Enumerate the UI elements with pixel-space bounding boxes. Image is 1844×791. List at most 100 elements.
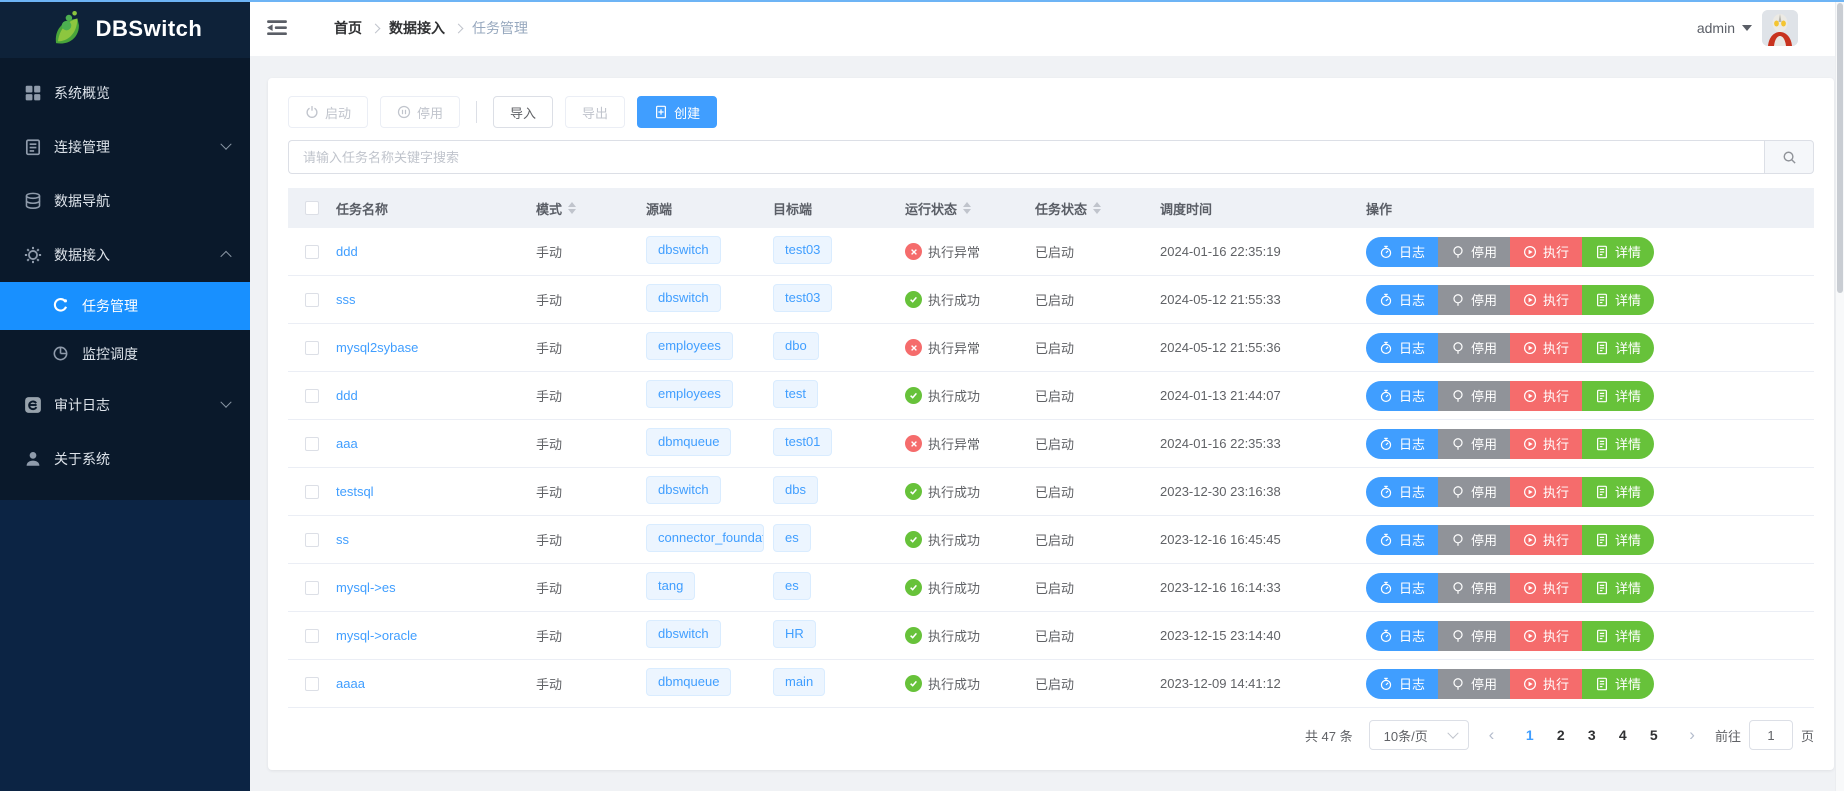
scrollbar-thumb[interactable] <box>1837 3 1843 293</box>
detail-action-button[interactable]: 详情 <box>1582 429 1654 459</box>
detail-action-button[interactable]: 详情 <box>1582 333 1654 363</box>
sidebar-item-audit-log[interactable]: 审计日志 <box>0 378 250 432</box>
export-button[interactable]: 导出 <box>565 96 625 128</box>
sidebar-item-monitor-schedule[interactable]: 监控调度 <box>0 330 250 378</box>
execute-action-button[interactable]: 执行 <box>1510 381 1582 411</box>
breadcrumb-data-access[interactable]: 数据接入 <box>389 18 445 38</box>
sidebar-item-connection-mgmt[interactable]: 连接管理 <box>0 120 250 174</box>
sort-control[interactable] <box>568 198 576 218</box>
row-checkbox[interactable] <box>305 293 319 307</box>
search-input[interactable] <box>288 140 1764 174</box>
page-number-button[interactable]: 4 <box>1607 720 1638 750</box>
search-button[interactable] <box>1764 140 1814 174</box>
mode-cell: 手动 <box>536 434 646 453</box>
stop-action-button[interactable]: 停用 <box>1438 381 1510 411</box>
task-name-link[interactable]: sss <box>336 292 356 307</box>
window-scrollbar[interactable] <box>1835 0 1844 791</box>
row-checkbox[interactable] <box>305 245 319 259</box>
row-checkbox[interactable] <box>305 629 319 643</box>
execute-action-button[interactable]: 执行 <box>1510 669 1582 699</box>
run-status: 执行成功 <box>905 674 1035 693</box>
execute-action-button[interactable]: 执行 <box>1510 285 1582 315</box>
logo[interactable]: DBSwitch <box>0 0 250 58</box>
page-size-select[interactable]: 10条/页 <box>1369 720 1469 750</box>
import-button[interactable]: 导入 <box>493 96 553 128</box>
execute-action-button[interactable]: 执行 <box>1510 237 1582 267</box>
task-name-link[interactable]: testsql <box>336 484 374 499</box>
log-action-button[interactable]: 日志 <box>1366 285 1438 315</box>
stop-button[interactable]: 停用 <box>380 96 460 128</box>
sidebar-item-data-access[interactable]: 数据接入 <box>0 228 250 282</box>
execute-action-button[interactable]: 执行 <box>1510 621 1582 651</box>
execute-action-button[interactable]: 执行 <box>1510 525 1582 555</box>
play-circle-icon <box>1523 437 1537 451</box>
log-action-button[interactable]: 日志 <box>1366 525 1438 555</box>
log-action-button[interactable]: 日志 <box>1366 477 1438 507</box>
stop-action-button[interactable]: 停用 <box>1438 669 1510 699</box>
row-checkbox[interactable] <box>305 341 319 355</box>
stop-action-button[interactable]: 停用 <box>1438 285 1510 315</box>
sidebar-item-system-overview[interactable]: 系统概览 <box>0 66 250 120</box>
stop-action-button[interactable]: 停用 <box>1438 525 1510 555</box>
log-action-button[interactable]: 日志 <box>1366 669 1438 699</box>
row-checkbox[interactable] <box>305 389 319 403</box>
row-checkbox[interactable] <box>305 677 319 691</box>
stop-action-button[interactable]: 停用 <box>1438 333 1510 363</box>
stop-action-button[interactable]: 停用 <box>1438 429 1510 459</box>
goto-page-input[interactable] <box>1749 720 1793 750</box>
detail-action-button[interactable]: 详情 <box>1582 237 1654 267</box>
task-name-link[interactable]: mysql2sybase <box>336 340 418 355</box>
task-name-link[interactable]: mysql->oracle <box>336 628 417 643</box>
task-name-link[interactable]: mysql->es <box>336 580 396 595</box>
row-checkbox[interactable] <box>305 581 319 595</box>
row-actions: 日志 停用 执行 <box>1366 237 1814 267</box>
detail-action-button[interactable]: 详情 <box>1582 573 1654 603</box>
user-menu[interactable]: admin <box>1697 20 1752 36</box>
task-name-link[interactable]: ss <box>336 532 349 547</box>
log-action-button[interactable]: 日志 <box>1366 333 1438 363</box>
avatar[interactable] <box>1762 10 1798 46</box>
start-button[interactable]: 启动 <box>288 96 368 128</box>
task-name-link[interactable]: ddd <box>336 244 358 259</box>
row-checkbox[interactable] <box>305 485 319 499</box>
create-button[interactable]: 创建 <box>637 96 717 128</box>
task-name-link[interactable]: ddd <box>336 388 358 403</box>
execute-action-button[interactable]: 执行 <box>1510 477 1582 507</box>
prev-page-button[interactable]: ‹ <box>1485 725 1499 745</box>
execute-action-button[interactable]: 执行 <box>1510 429 1582 459</box>
detail-action-button[interactable]: 详情 <box>1582 285 1654 315</box>
sort-control[interactable] <box>963 198 971 218</box>
detail-action-button[interactable]: 详情 <box>1582 477 1654 507</box>
sidebar-item-data-navigation[interactable]: 数据导航 <box>0 174 250 228</box>
sidebar-item-task-mgmt[interactable]: 任务管理 <box>0 282 250 330</box>
row-checkbox[interactable] <box>305 533 319 547</box>
stop-action-button[interactable]: 停用 <box>1438 237 1510 267</box>
task-name-link[interactable]: aaaa <box>336 676 365 691</box>
row-checkbox[interactable] <box>305 437 319 451</box>
detail-action-button[interactable]: 详情 <box>1582 381 1654 411</box>
log-action-button[interactable]: 日志 <box>1366 381 1438 411</box>
stop-action-button[interactable]: 停用 <box>1438 477 1510 507</box>
sort-control[interactable] <box>1093 198 1101 218</box>
select-all-checkbox[interactable] <box>305 201 319 215</box>
log-action-button[interactable]: 日志 <box>1366 621 1438 651</box>
detail-action-button[interactable]: 详情 <box>1582 621 1654 651</box>
detail-action-button[interactable]: 详情 <box>1582 669 1654 699</box>
breadcrumb-home[interactable]: 首页 <box>334 18 362 38</box>
page-number-button[interactable]: 3 <box>1576 720 1607 750</box>
detail-action-button[interactable]: 详情 <box>1582 525 1654 555</box>
sidebar-item-about-system[interactable]: 关于系统 <box>0 432 250 486</box>
log-action-button[interactable]: 日志 <box>1366 237 1438 267</box>
next-page-button[interactable]: › <box>1685 725 1699 745</box>
stop-action-button[interactable]: 停用 <box>1438 573 1510 603</box>
log-action-button[interactable]: 日志 <box>1366 429 1438 459</box>
sidebar-collapse-button[interactable] <box>262 13 292 43</box>
stop-action-button[interactable]: 停用 <box>1438 621 1510 651</box>
page-number-button[interactable]: 5 <box>1638 720 1669 750</box>
page-number-button[interactable]: 1 <box>1514 720 1545 750</box>
execute-action-button[interactable]: 执行 <box>1510 333 1582 363</box>
log-action-button[interactable]: 日志 <box>1366 573 1438 603</box>
execute-action-button[interactable]: 执行 <box>1510 573 1582 603</box>
task-name-link[interactable]: aaa <box>336 436 358 451</box>
page-number-button[interactable]: 2 <box>1545 720 1576 750</box>
